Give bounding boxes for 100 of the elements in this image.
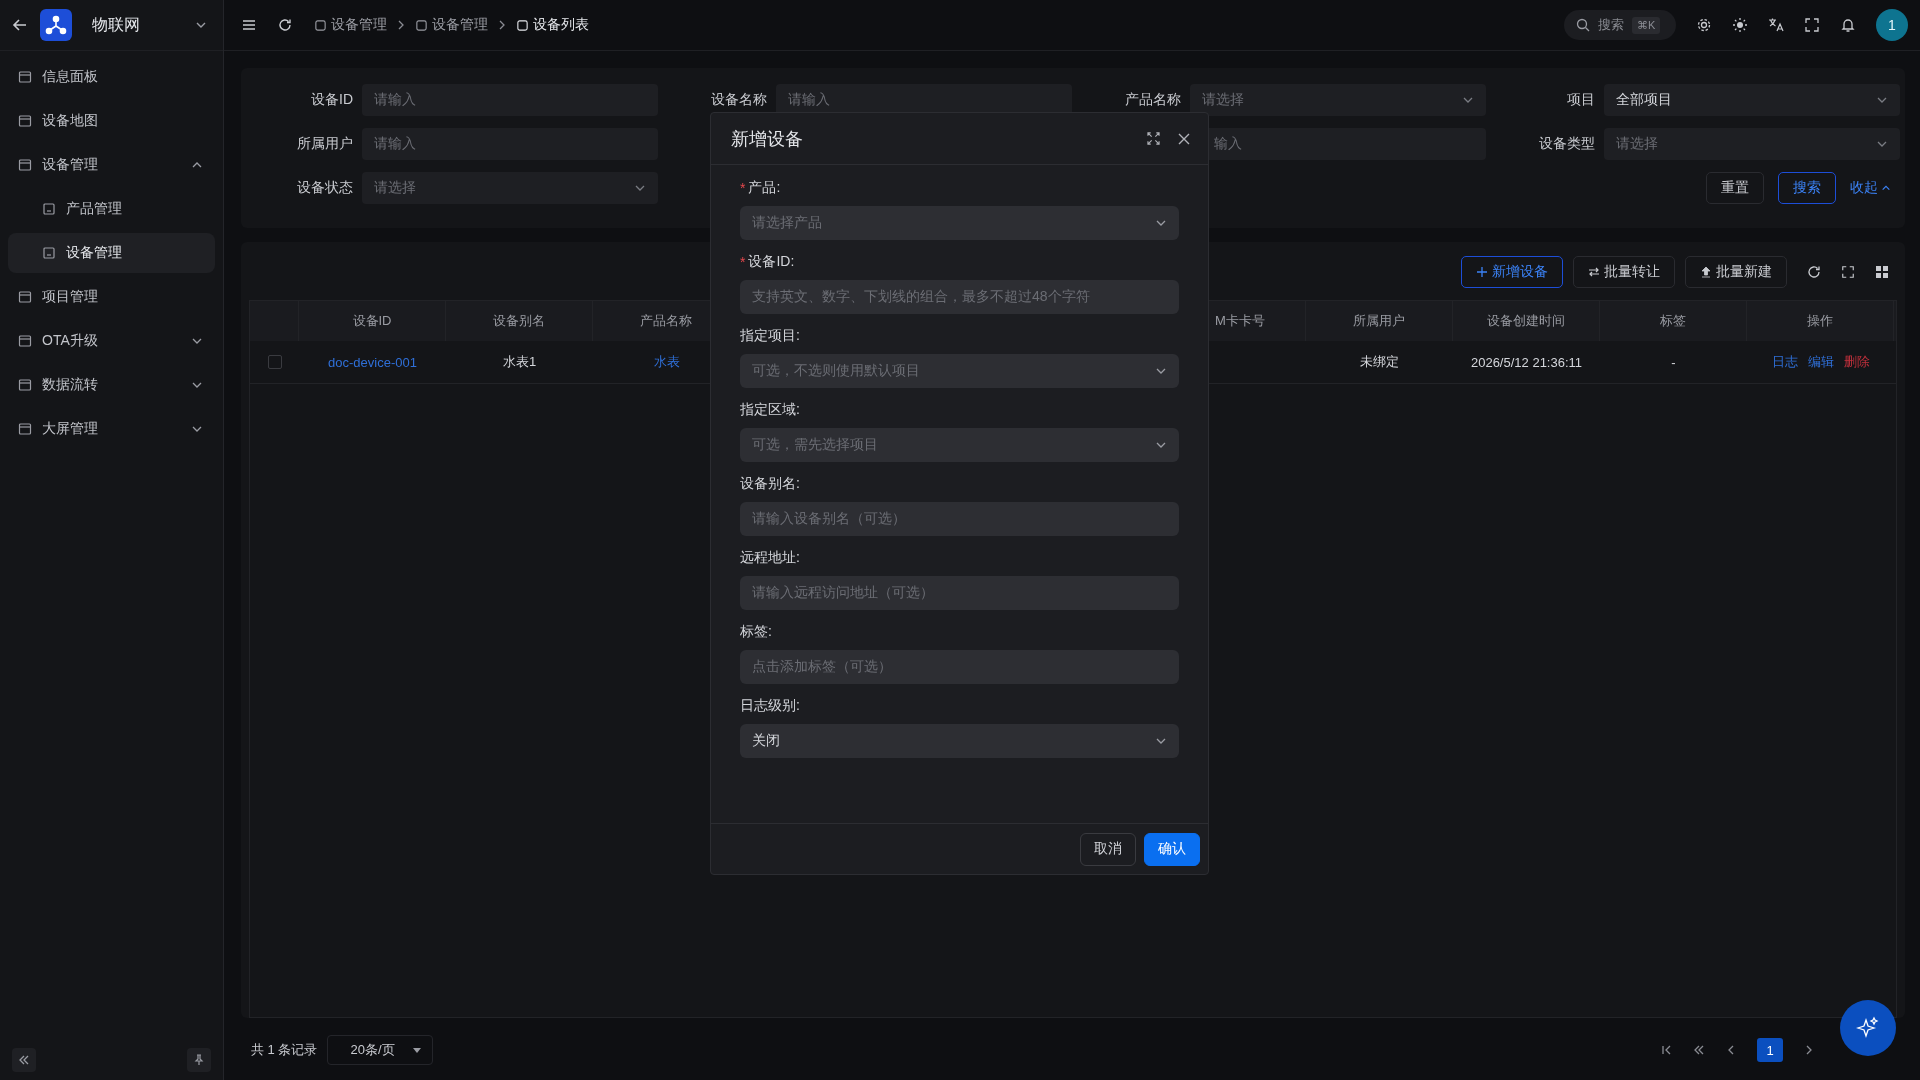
maximize-icon[interactable]	[1147, 132, 1160, 145]
breadcrumb-link[interactable]: 设备管理	[314, 16, 387, 34]
sidebar-item[interactable]: 大屏管理	[8, 409, 215, 449]
breadcrumb-link[interactable]: 设备列表	[516, 16, 589, 34]
input-field[interactable]: 请输入远程访问地址（可选）	[740, 576, 1179, 610]
fullscreen-icon[interactable]	[1804, 17, 1820, 33]
sidebar-subitem[interactable]: 产品管理	[8, 189, 215, 229]
page-button[interactable]: 1	[1757, 1038, 1783, 1062]
filter-input[interactable]: 请输入	[362, 128, 658, 160]
filter-select[interactable]: 请选择	[362, 172, 658, 204]
toolbar-button[interactable]: 批量新建	[1685, 256, 1787, 288]
collapse-link[interactable]: 收起	[1850, 179, 1891, 197]
upload-icon	[1700, 266, 1712, 278]
table-cell: 未绑定	[1360, 353, 1399, 371]
select-field[interactable]: 关闭	[740, 724, 1179, 758]
field-label: 指定区域:	[740, 401, 800, 419]
pin-icon	[193, 1054, 205, 1066]
dropdown-triangle-icon	[412, 1045, 423, 1055]
search-field[interactable]: 搜索 ⌘K	[1564, 10, 1676, 40]
assistant-button[interactable]	[1840, 1000, 1896, 1056]
reset-button[interactable]: 重置	[1706, 172, 1764, 204]
sidebar-item[interactable]: 项目管理	[8, 277, 215, 317]
column-header: 设备创建时间	[1487, 312, 1565, 330]
refresh-icon[interactable]	[278, 18, 292, 32]
sidebar-item[interactable]: 设备管理	[8, 145, 215, 185]
chevron-right-icon	[397, 20, 405, 30]
bell-icon[interactable]	[1840, 17, 1856, 33]
confirm-button[interactable]: 确认	[1144, 832, 1200, 866]
table-link[interactable]: doc-device-001	[328, 354, 417, 370]
plus-icon	[1476, 266, 1488, 278]
double-chevron-left-icon[interactable]	[1693, 1044, 1705, 1056]
dialog-title: 新增设备	[731, 127, 804, 151]
first-page-icon[interactable]	[1661, 1044, 1673, 1056]
translate-icon[interactable]	[1768, 17, 1784, 33]
chevron-up-icon	[1881, 183, 1891, 193]
row-action-link[interactable]: 删除	[1843, 353, 1870, 371]
square-icon	[415, 18, 428, 32]
chevron-right-icon	[498, 20, 506, 30]
back-arrow-icon[interactable]	[12, 17, 28, 33]
sidebar-item[interactable]: 设备地图	[8, 101, 215, 141]
select-field[interactable]: 可选，不选则使用默认项目	[740, 354, 1179, 388]
row-action-link[interactable]: 编辑	[1807, 353, 1834, 371]
swap-arrows-icon	[1588, 266, 1600, 278]
sidebar-subitem[interactable]: 设备管理	[8, 233, 215, 273]
fullscreen-icon[interactable]	[1841, 265, 1855, 279]
field-label: 产品:	[748, 179, 781, 197]
toolbar-button[interactable]: 批量转让	[1573, 256, 1675, 288]
refresh-icon[interactable]	[1807, 265, 1821, 279]
input-field[interactable]: 请输入设备别名（可选）	[740, 502, 1179, 536]
user-avatar[interactable]: 1	[1876, 9, 1908, 41]
cancel-button[interactable]: 取消	[1080, 832, 1136, 866]
filter-select[interactable]: 请选择	[1190, 84, 1486, 116]
sidebar-item[interactable]: OTA升级	[8, 321, 215, 361]
pin-button[interactable]	[187, 1048, 211, 1072]
filter-input[interactable]: 请输入	[362, 84, 658, 116]
sidebar-item[interactable]: 数据流转	[8, 365, 215, 405]
menu-icon[interactable]	[242, 18, 256, 32]
required-mark: *	[740, 254, 746, 270]
column-header: 标签	[1660, 312, 1686, 330]
shortcut-key: ⌘K	[1632, 16, 1661, 34]
search-icon	[1576, 18, 1590, 32]
grid-icon[interactable]	[1875, 265, 1889, 279]
input-field[interactable]: 点击添加标签（可选）	[740, 650, 1179, 684]
field-label: 设备别名:	[740, 475, 800, 493]
table-cell: 水表1	[502, 353, 537, 371]
total-count: 共 1 条记录	[251, 1041, 318, 1059]
double-chevron-left-icon	[18, 1054, 30, 1066]
collapse-sidebar-button[interactable]	[12, 1048, 36, 1072]
menu-item-icon	[18, 334, 32, 348]
select-field[interactable]: 请选择产品	[740, 206, 1179, 240]
row-checkbox[interactable]	[267, 355, 282, 369]
filter-select[interactable]: 全部项目	[1604, 84, 1900, 116]
settings-icon[interactable]	[1696, 17, 1712, 33]
field-label: 设备ID:	[748, 253, 795, 271]
table-link[interactable]: 水表	[653, 353, 680, 371]
sidebar-item[interactable]: 信息面板	[8, 57, 215, 97]
row-action-link[interactable]: 日志	[1771, 353, 1798, 371]
sun-icon[interactable]	[1732, 17, 1748, 33]
menu-item-icon	[18, 290, 32, 304]
column-header: 设备别名	[493, 312, 545, 330]
column-header: 所属用户	[1353, 312, 1405, 330]
field-label: 日志级别:	[740, 697, 800, 715]
table-cell: -	[1671, 354, 1676, 370]
filter-label: 项目	[1566, 91, 1595, 109]
close-icon[interactable]	[1178, 132, 1190, 145]
logo-icon	[40, 9, 72, 41]
menu-item-icon	[18, 422, 32, 436]
square-icon	[516, 18, 529, 32]
select-field[interactable]: 可选，需先选择项目	[740, 428, 1179, 462]
filter-select[interactable]: 请选择	[1604, 128, 1900, 160]
menu-item-icon	[18, 114, 32, 128]
breadcrumb-link[interactable]: 设备管理	[415, 16, 488, 34]
menu-item-icon	[18, 378, 32, 392]
input-field[interactable]: 支持英文、数字、下划线的组合，最多不超过48个字符	[740, 280, 1179, 314]
filter-label: 设备类型	[1538, 135, 1595, 153]
column-header: M卡卡号	[1215, 312, 1265, 330]
search-button[interactable]: 搜索	[1778, 172, 1836, 204]
page-size-select[interactable]: 20条/页	[327, 1035, 434, 1065]
toolbar-button[interactable]: 新增设备	[1461, 256, 1563, 288]
document-icon	[42, 202, 56, 216]
